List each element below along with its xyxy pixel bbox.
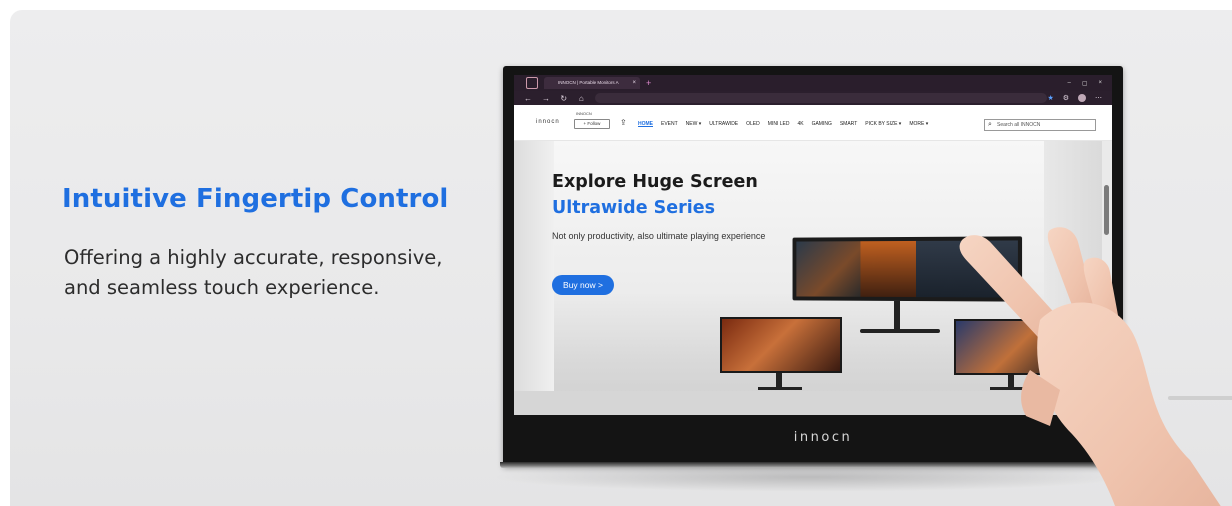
- profile-avatar[interactable]: [1078, 94, 1087, 102]
- nav-new[interactable]: NEW ▾: [686, 121, 702, 127]
- extensions-icon[interactable]: ⚙: [1063, 94, 1069, 102]
- nav-pick-by-size[interactable]: PICK BY SIZE ▾: [865, 121, 901, 127]
- monitor-screen: INNOCN | Portable Monitors A × + – ▢ × ←…: [514, 75, 1112, 415]
- promo-subcopy: Offering a highly accurate, responsive, …: [64, 246, 443, 299]
- left-monitor-image: [720, 317, 842, 373]
- nav-more[interactable]: MORE ▾: [909, 121, 928, 127]
- monitor-base: [500, 462, 1126, 468]
- hero-description: Not only productivity, also ultimate pla…: [552, 231, 766, 241]
- window-controls: – ▢ ×: [1067, 80, 1102, 87]
- search-placeholder: Search all INNOCN: [997, 122, 1041, 128]
- right-monitor-foot: [990, 387, 1034, 390]
- home-icon[interactable]: ⌂: [578, 94, 586, 103]
- right-monitor-image: [954, 319, 1064, 375]
- site-header: innocn INNOCN + Follow ⇪ HOME EVENT NEW …: [514, 105, 1112, 141]
- nav-home[interactable]: HOME: [638, 121, 653, 127]
- scrollbar-thumb[interactable]: [1104, 185, 1109, 235]
- search-icon: ⌕: [988, 121, 992, 128]
- site-search-input[interactable]: ⌕ Search all INNOCN: [984, 119, 1096, 131]
- color-grading-screen: [796, 241, 861, 297]
- hero-title: Explore Huge Screen: [552, 172, 758, 192]
- browser-address-bar: ← → ↻ ⌂ ★ ⚙ ⋯: [514, 91, 1112, 105]
- nav-oled[interactable]: OLED: [746, 121, 760, 127]
- site-nav: HOME EVENT NEW ▾ ULTRAWIDE OLED MINI LED…: [638, 121, 928, 127]
- browser-toolbar-right: ★ ⚙ ⋯: [1047, 94, 1102, 102]
- favorite-star-icon[interactable]: ★: [1047, 94, 1053, 102]
- nav-mini-led[interactable]: MINI LED: [768, 121, 790, 127]
- new-tab-icon[interactable]: +: [646, 77, 651, 89]
- page-scrollbar[interactable]: [1102, 141, 1112, 415]
- hero-subtitle: Ultrawide Series: [552, 198, 716, 218]
- browser-tab[interactable]: INNOCN | Portable Monitors A ×: [544, 77, 640, 89]
- robot-artwork: [956, 321, 1062, 373]
- url-field[interactable]: [595, 93, 1048, 103]
- back-icon[interactable]: ←: [524, 94, 532, 103]
- promo-headline: Intuitive Fingertip Control: [62, 184, 449, 214]
- usb-cable: [1168, 396, 1232, 400]
- nav-4k[interactable]: 4K: [797, 121, 803, 127]
- ultrawide-foot: [860, 329, 940, 333]
- bezel-brand-logo: innocn: [793, 430, 853, 445]
- tab-actions-icon[interactable]: [526, 77, 538, 89]
- left-monitor-foot: [758, 387, 802, 390]
- nav-event[interactable]: EVENT: [661, 121, 678, 127]
- hero-wall: [514, 141, 554, 391]
- tab-close-icon[interactable]: ×: [632, 77, 636, 89]
- more-menu-icon[interactable]: ⋯: [1095, 94, 1102, 102]
- site-logo[interactable]: innocn: [536, 119, 560, 125]
- nav-smart[interactable]: SMART: [840, 121, 857, 127]
- minimize-icon[interactable]: –: [1067, 80, 1070, 87]
- nav-gaming[interactable]: GAMING: [812, 121, 832, 127]
- follow-button[interactable]: + Follow: [574, 119, 610, 129]
- ultrawide-stand: [894, 301, 900, 331]
- forward-icon[interactable]: →: [542, 94, 550, 103]
- share-icon[interactable]: ⇪: [620, 118, 627, 127]
- game-scene-screen: [860, 240, 916, 298]
- browser-tab-title: INNOCN | Portable Monitors A: [558, 80, 619, 85]
- store-name: INNOCN: [576, 111, 592, 116]
- hero-banner: Explore Huge Screen Ultrawide Series Not…: [514, 141, 1112, 415]
- hero-floor: [514, 391, 1102, 415]
- audio-editor-screen: [915, 240, 1018, 298]
- astronaut-artwork: [722, 319, 840, 371]
- ultrawide-monitor-image: [792, 236, 1023, 302]
- nav-ultrawide[interactable]: ULTRAWIDE: [709, 121, 738, 127]
- browser-tab-bar: INNOCN | Portable Monitors A × + – ▢ ×: [514, 75, 1112, 91]
- close-window-icon[interactable]: ×: [1098, 80, 1102, 87]
- buy-now-button[interactable]: Buy now >: [552, 275, 614, 295]
- maximize-icon[interactable]: ▢: [1082, 80, 1088, 87]
- refresh-icon[interactable]: ↻: [560, 94, 568, 103]
